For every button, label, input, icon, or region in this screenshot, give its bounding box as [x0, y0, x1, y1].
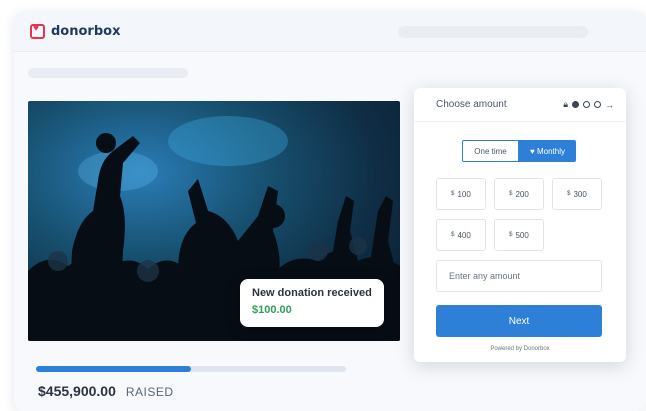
- custom-amount-input[interactable]: Enter any amount: [436, 260, 602, 292]
- arrow-right-icon[interactable]: →: [605, 100, 614, 110]
- toast-amount: $100.00: [252, 304, 292, 316]
- placeholder-bar: [398, 26, 588, 38]
- step-dot-3: [594, 101, 601, 108]
- fundraising-progress-bar: [36, 366, 346, 372]
- step-dot-2: [583, 101, 590, 108]
- amount-option-300[interactable]: $300: [552, 178, 602, 210]
- monthly-option[interactable]: ♥ Monthly: [519, 140, 576, 162]
- amount-option-200[interactable]: $200: [494, 178, 544, 210]
- powered-by-text: Powered by Donorbox: [490, 346, 550, 352]
- raised-label: RAISED: [125, 385, 174, 399]
- amount-option-500[interactable]: $500: [494, 219, 544, 251]
- donation-widget: Choose amount 🔒︎ → One time ♥ Monthly $1…: [414, 88, 626, 362]
- amount-option-100[interactable]: $100: [436, 178, 486, 210]
- step-indicator: 🔒︎ →: [563, 99, 614, 110]
- next-button[interactable]: Next: [436, 305, 602, 337]
- one-time-option[interactable]: One time: [462, 140, 519, 162]
- widget-title: Choose amount: [436, 99, 507, 110]
- widget-header: Choose amount 🔒︎ →: [414, 88, 626, 122]
- placeholder-text: [28, 68, 188, 78]
- toast-title: New donation received: [252, 287, 372, 299]
- heart-box-icon: [30, 23, 45, 39]
- raised-summary: $455,900.00 RAISED: [38, 383, 174, 399]
- lock-icon: 🔒︎: [563, 99, 568, 109]
- amount-option-400[interactable]: $400: [436, 219, 486, 251]
- site-header: donorbox: [14, 12, 646, 52]
- frequency-toggle: One time ♥ Monthly: [462, 140, 576, 162]
- raised-amount: $455,900.00: [38, 383, 116, 399]
- progress-fill: [36, 366, 191, 372]
- new-donation-toast: New donation received $100.00: [240, 279, 384, 327]
- step-dot-1: [572, 101, 579, 108]
- brand-name: donorbox: [51, 24, 121, 39]
- brand-logo[interactable]: donorbox: [30, 23, 121, 39]
